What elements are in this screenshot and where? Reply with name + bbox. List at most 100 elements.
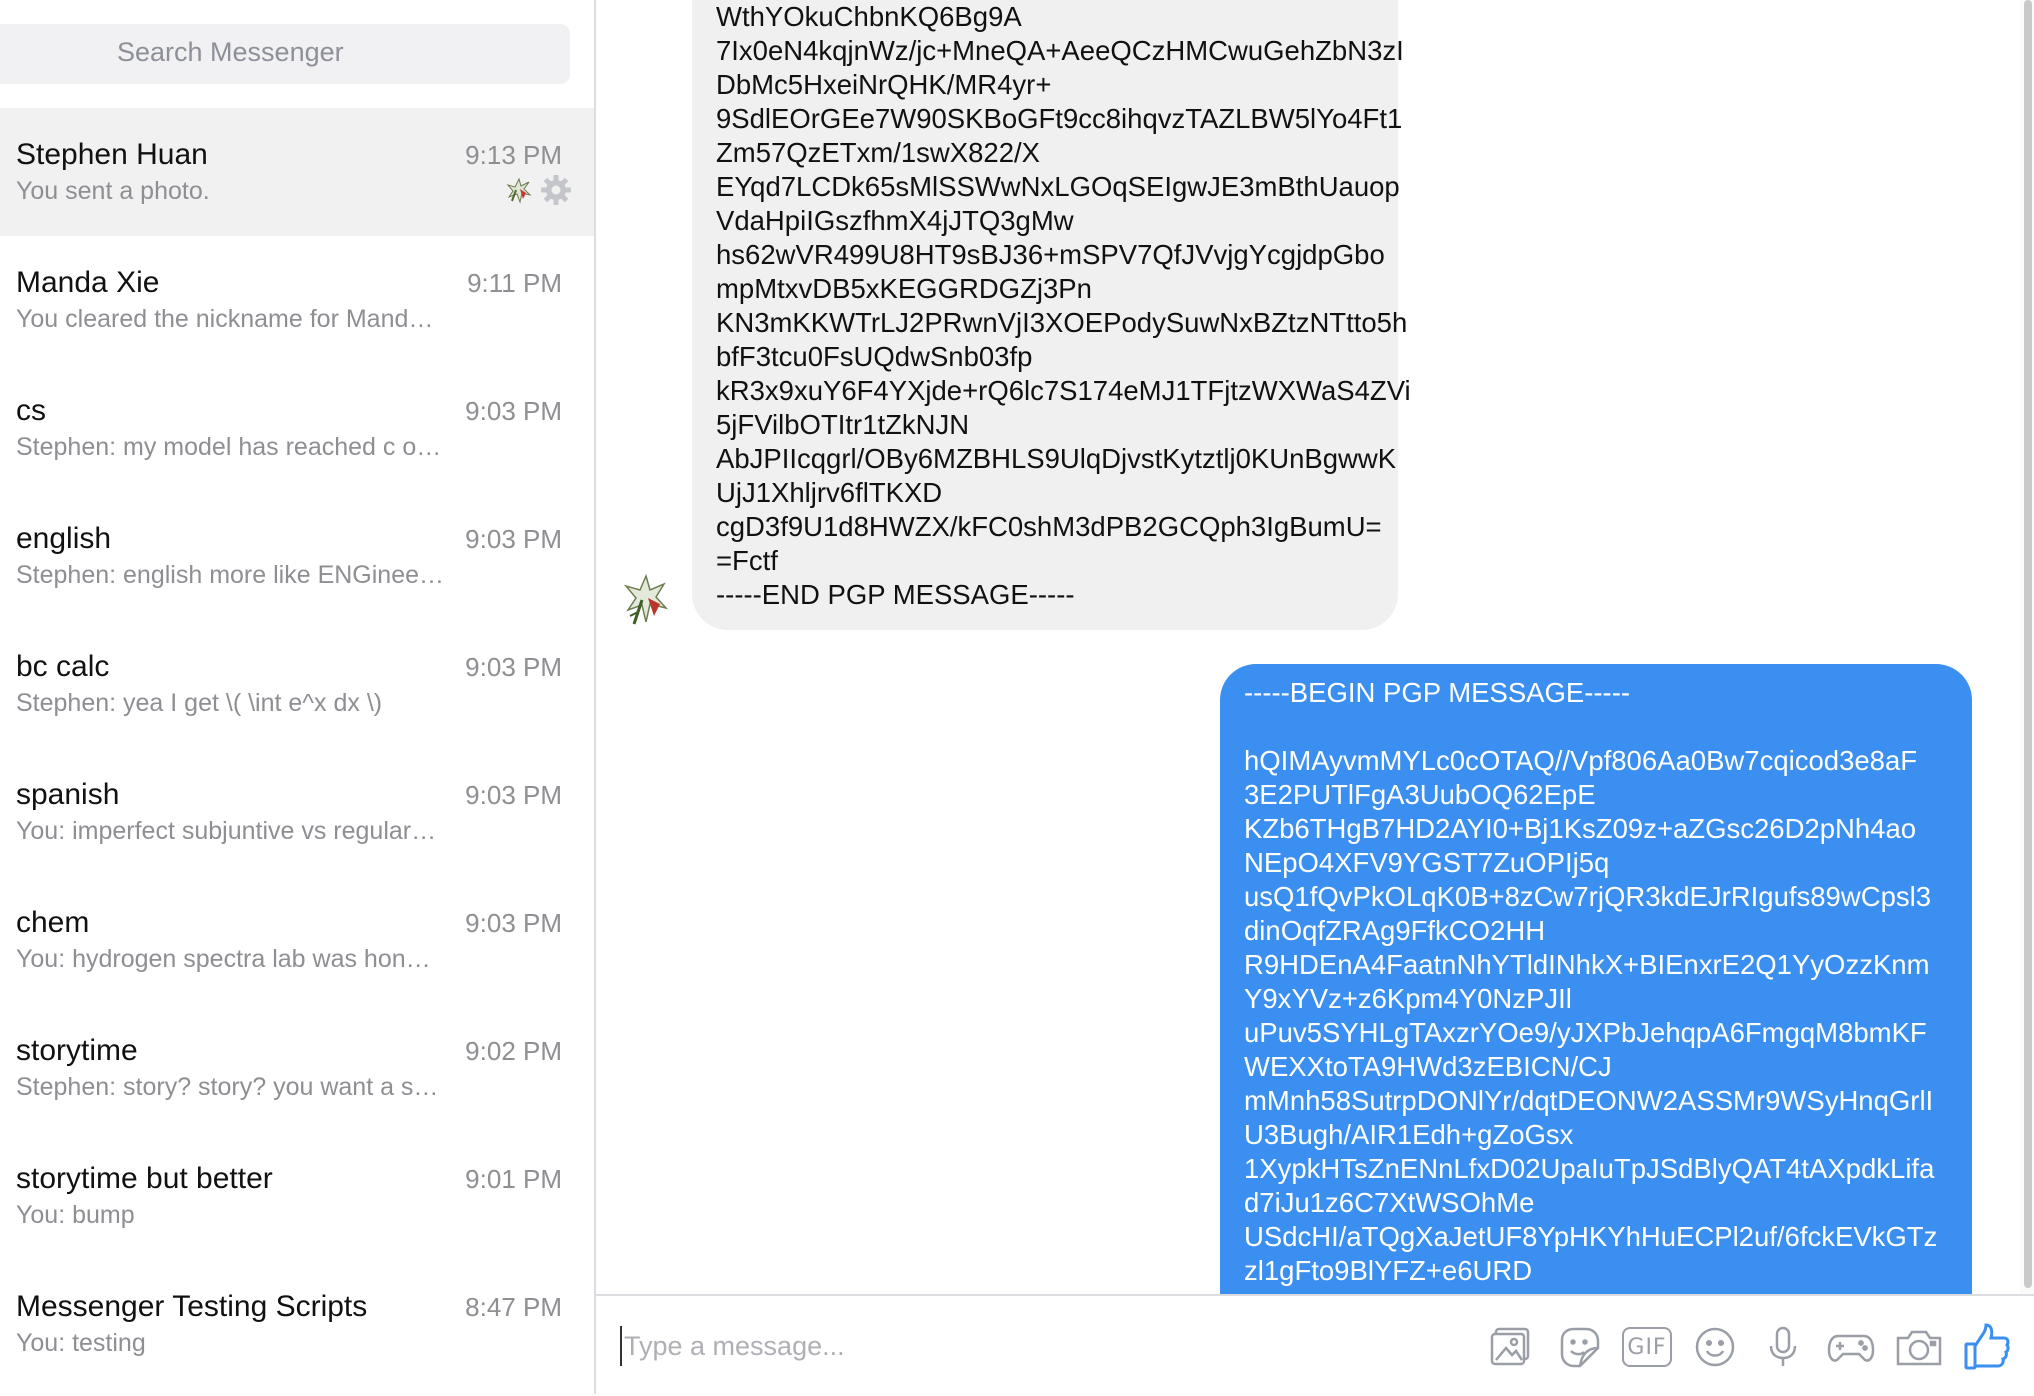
message-line [1244, 710, 1950, 744]
conversation-name: Stephen Huan [16, 138, 208, 171]
microphone-icon[interactable] [1756, 1320, 1810, 1374]
composer-toolbar: GIF [1484, 1320, 2014, 1374]
message-line: =Fctf [716, 545, 778, 576]
search-input[interactable]: Search Messenger [0, 24, 570, 84]
message-line: 9SdlEOrGEe7W90SKBoGFt9cc8ihqvzTAZLBW5lYo… [716, 103, 1403, 134]
message-line: uPuv5SYHLgTAxzrYOe9/yJXPbJehqpA6FmgqM8bm… [1244, 1017, 1927, 1048]
conversation-name: storytime [16, 1034, 138, 1067]
conversation-time: 9:03 PM [465, 780, 562, 810]
conversation-name: cs [16, 394, 46, 427]
conversation-name: Manda Xie [16, 266, 160, 299]
conversation-snippet: You: bump [16, 1201, 135, 1229]
conversation-item-storytime[interactable]: storytime 9:02 PM Stephen: story? story?… [0, 1004, 594, 1132]
sender-avatar[interactable] [616, 570, 676, 630]
message-line: mpMtxvDB5xKEGGRDGZj3Pn [716, 273, 1092, 304]
conversation-time: 9:03 PM [465, 908, 562, 938]
conversation-time: 9:13 PM [465, 140, 562, 170]
conversation-snippet: Stephen: yea I get \( \int e^x dx \) [16, 689, 383, 717]
conversation-name: chem [16, 906, 90, 939]
message-line: EYqd7LCDk65sMlSSWwNxLGOqSEIgwJE3mBthUauo… [716, 171, 1400, 202]
conversation-time: 9:03 PM [465, 396, 562, 426]
message-line: cgD3f9U1d8HWZX/kFC0shM3dPB2GCQph3IgBumU= [716, 511, 1382, 542]
seen-avatar-icon [506, 177, 532, 204]
conversation-time: 9:03 PM [465, 652, 562, 682]
conversation-snippet: You cleared the nickname for Mand… [16, 305, 434, 333]
game-controller-icon[interactable] [1824, 1320, 1878, 1374]
conversation-actions [504, 174, 572, 206]
message-composer: Type a message... GIF [596, 1294, 2034, 1396]
emoji-icon[interactable] [1688, 1320, 1742, 1374]
message-line: zl1gFto9BlYFZ+e6URD [1244, 1255, 1533, 1286]
message-line: d7iJu1z6C7XtWSOhMe [1244, 1187, 1535, 1218]
message-line: WthYOkuChbnKQ6Bg9A [716, 1, 1022, 32]
message-line: 7Ix0eN4kqjnWz/jc+MneQA+AeeQCzHMCwuGehZbN… [716, 35, 1404, 66]
outgoing-message-bubble[interactable]: -----BEGIN PGP MESSAGE----- hQIMAyvmMYLc… [1220, 664, 1972, 1294]
message-line: mMnh58SutrpDONlYr/dqtDEONW2ASSMr9WSyHnqG… [1244, 1085, 1934, 1116]
message-input-placeholder: Type a message... [624, 1331, 845, 1361]
message-line: bfF3tcu0FsUQdwSnb03fp [716, 341, 1033, 372]
conversation-time: 9:03 PM [465, 524, 562, 554]
conversation-item-manda-xie[interactable]: Manda Xie 9:11 PM You cleared the nickna… [0, 236, 594, 364]
conversation-time: 9:02 PM [465, 1036, 562, 1066]
conversation-time: 8:47 PM [465, 1292, 562, 1322]
conversation-item-spanish[interactable]: spanish 9:03 PM You: imperfect subjuntiv… [0, 748, 594, 876]
message-line: KN3mKKWTrLJ2PRwnVjI3XOEPodySuwNxBZtzNTtt… [716, 307, 1408, 338]
message-line: WEXXtoTA9HWd3zEBICN/CJ [1244, 1051, 1612, 1082]
conversation-name: Messenger Testing Scripts [16, 1290, 368, 1323]
message-line: UjJ1Xhljrv6flTKXD [716, 477, 943, 508]
conversation-item-storytime-but-better[interactable]: storytime but better 9:01 PM You: bump [0, 1132, 594, 1260]
gif-label: GIF [1622, 1327, 1672, 1367]
conversation-snippet: You: testing [16, 1329, 146, 1357]
search-placeholder: Search Messenger [117, 37, 344, 67]
conversation-list: Stephen Huan 9:13 PM You sent a photo. M… [0, 108, 594, 1388]
message-input[interactable]: Type a message... [620, 1326, 845, 1366]
conversation-item-bc-calc[interactable]: bc calc 9:03 PM Stephen: yea I get \( \i… [0, 620, 594, 748]
conversation-time: 9:01 PM [465, 1164, 562, 1194]
gear-icon[interactable] [540, 174, 572, 206]
conversation-snippet: You sent a photo. [16, 177, 210, 205]
conversation-snippet: Stephen: story? story? you want a s… [16, 1073, 439, 1101]
message-line: USdcHI/aTQgXaJetUF8YpHKYhHuECPl2uf/6fckE… [1244, 1221, 1938, 1252]
camera-icon[interactable] [1892, 1320, 1946, 1374]
conversation-sidebar: Search Messenger Stephen Huan 9:13 PM Yo… [0, 0, 596, 1394]
message-line: hs62wVR499U8HT9sBJ36+mSPV7QfJVvjgYcgjdpG… [716, 239, 1385, 270]
message-line: R9HDEnA4FaatnNhYTldINhkX+BIEnxrE2Q1YyOzz… [1244, 949, 1930, 980]
conversation-item-cs[interactable]: cs 9:03 PM Stephen: my model has reached… [0, 364, 594, 492]
scrollbar-thumb[interactable] [2024, 0, 2032, 1288]
incoming-message-bubble[interactable]: WthYOkuChbnKQ6Bg9A 7Ix0eN4kqjnWz/jc+MneQ… [692, 0, 1411, 630]
message-line: DbMc5HxeiNrQHK/MR4yr+ [716, 69, 1052, 100]
conversation-snippet: Stephen: english more like ENGinee… [16, 561, 445, 589]
message-line: usQ1fQvPkOLqK0B+8zCw7rjQR3kdEJrRIgufs89w… [1244, 881, 1932, 912]
message-line: Zm57QzETxm/1swX822/X [716, 137, 1040, 168]
message-line: hQIMAyvmMYLc0cOTAQ//Vpf806Aa0Bw7cqicod3e… [1244, 745, 1918, 776]
message-line: -----BEGIN PGP MESSAGE----- [1244, 677, 1631, 708]
sticker-icon[interactable] [1552, 1320, 1606, 1374]
conversation-item-chem[interactable]: chem 9:03 PM You: hydrogen spectra lab w… [0, 876, 594, 1004]
message-line: 1XypkHTsZnENnLfxD02UpaIuTpJSdBlyQAT4tAXp… [1244, 1153, 1935, 1184]
gif-icon[interactable]: GIF [1620, 1320, 1674, 1374]
message-line: 5jFVilbOTItr1tZkNJN [716, 409, 970, 440]
thumbs-up-icon[interactable] [1960, 1320, 2014, 1374]
message-line: KZb6THgB7HD2AYI0+Bj1KsZ09z+aZGsc26D2pNh4… [1244, 813, 1917, 844]
conversation-name: storytime but better [16, 1162, 273, 1195]
message-line: kR3x9xuY6F4YXjde+rQ6lc7S174eMJ1TFjtzWXWa… [716, 375, 1411, 406]
message-line: -----END PGP MESSAGE----- [716, 579, 1075, 610]
message-line: 3E2PUTlFgA3UubOQ62EpE [1244, 779, 1596, 810]
conversation-item-messenger-testing-scripts[interactable]: Messenger Testing Scripts 8:47 PM You: t… [0, 1260, 594, 1388]
message-line: AbJPIIcqgrl/OBy6MZBHLS9UlqDjvstKytztlj0K… [716, 443, 1397, 474]
photo-icon[interactable] [1484, 1320, 1538, 1374]
message-thread[interactable]: WthYOkuChbnKQ6Bg9A 7Ix0eN4kqjnWz/jc+MneQ… [596, 0, 2034, 1294]
conversation-item-english[interactable]: english 9:03 PM Stephen: english more li… [0, 492, 594, 620]
message-line: dinOqfZRAg9FfkCO2HH [1244, 915, 1546, 946]
conversation-time: 9:11 PM [467, 268, 562, 298]
conversation-snippet: Stephen: my model has reached c o… [16, 433, 442, 461]
conversation-item-stephen-huan[interactable]: Stephen Huan 9:13 PM You sent a photo. [0, 108, 594, 236]
conversation-name: english [16, 522, 112, 555]
conversation-snippet: You: hydrogen spectra lab was hon… [16, 945, 431, 973]
conversation-name: spanish [16, 778, 120, 811]
conversation-name: bc calc [16, 650, 110, 683]
scrollbar[interactable] [2020, 0, 2034, 1294]
message-line: NEpO4XFV9YGST7ZuOPIj5q [1244, 847, 1610, 878]
message-line: VdaHpiIGszfhmX4jJTQ3gMw [716, 205, 1074, 236]
message-line: U3Bugh/AIR1Edh+gZoGsx [1244, 1119, 1574, 1150]
